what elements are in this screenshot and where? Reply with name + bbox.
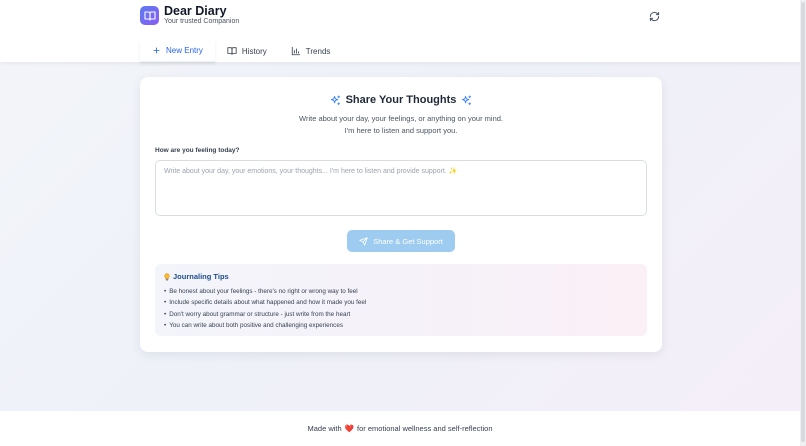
card-header: Share Your Thoughts xyxy=(140,94,662,106)
entry-card: Share Your Thoughts Write about your day… xyxy=(140,77,662,352)
entry-textarea[interactable] xyxy=(155,160,647,216)
tips-list: • Be honest about your feelings - there's… xyxy=(164,286,366,331)
tab-label: Trends xyxy=(305,46,331,56)
tab-history[interactable]: History xyxy=(215,40,279,62)
footer: Made with ❤️ for emotional wellness and … xyxy=(0,411,800,446)
book-icon xyxy=(140,6,159,25)
footer-text-after: for emotional wellness and self-reflecti… xyxy=(357,424,493,433)
scrollbar-thumb[interactable] xyxy=(801,2,805,442)
send-icon xyxy=(359,236,368,246)
lightbulb-icon xyxy=(164,272,170,281)
sparkles-icon xyxy=(330,94,340,105)
app-title: Dear Diary xyxy=(164,4,227,18)
bullet-icon: • xyxy=(164,299,167,307)
feeling-field-label: How are you feeling today? xyxy=(155,147,240,154)
journaling-tips-box: Journaling Tips • Be honest about your fe… xyxy=(155,264,647,336)
heart-icon: ❤️ xyxy=(344,424,355,433)
tips-heading: Journaling Tips xyxy=(163,272,229,281)
tip-item: • Don't worry about grammar or structure … xyxy=(164,309,366,320)
tips-title: Journaling Tips xyxy=(173,272,229,281)
tip-text: You can write about both positive and ch… xyxy=(169,321,343,329)
tip-text: Be honest about your feelings - there's … xyxy=(169,288,358,295)
tip-item: • You can write about both positive and c… xyxy=(164,320,366,331)
scrollbar[interactable] xyxy=(800,0,806,446)
tab-new-entry[interactable]: New Entry xyxy=(140,40,215,62)
share-support-button[interactable]: Share & Get Support xyxy=(347,230,455,252)
bullet-icon: • xyxy=(164,310,167,318)
tab-label: History xyxy=(241,46,267,56)
bullet-icon: • xyxy=(164,321,167,329)
tip-item: • Be honest about your feelings - there's… xyxy=(164,286,366,297)
share-support-label: Share & Get Support xyxy=(373,236,443,246)
bullet-icon: • xyxy=(164,288,167,295)
book-open-icon xyxy=(227,47,237,55)
footer-text-before: Made with xyxy=(307,424,342,433)
sparkles-icon xyxy=(462,94,472,105)
tip-item: • Include specific details about what hap… xyxy=(164,297,366,308)
refresh-button[interactable] xyxy=(646,8,662,24)
refresh-icon xyxy=(649,11,659,21)
card-description: Write about your day, your feelings, or … xyxy=(299,114,503,135)
tab-trends[interactable]: Trends xyxy=(279,40,343,62)
app-subtitle: Your trusted Companion xyxy=(164,18,240,25)
tip-text: Include specific details about what happ… xyxy=(169,299,367,307)
app-header: Dear Diary Your trusted Companion New En… xyxy=(0,0,800,62)
bar-chart-icon xyxy=(291,46,300,56)
plus-icon xyxy=(153,47,160,54)
card-title: Share Your Thoughts xyxy=(345,94,457,106)
tab-bar: New Entry History Trends xyxy=(140,40,342,62)
tip-text: Don't worry about grammar or structure -… xyxy=(169,310,351,318)
tab-label: New Entry xyxy=(166,46,203,55)
